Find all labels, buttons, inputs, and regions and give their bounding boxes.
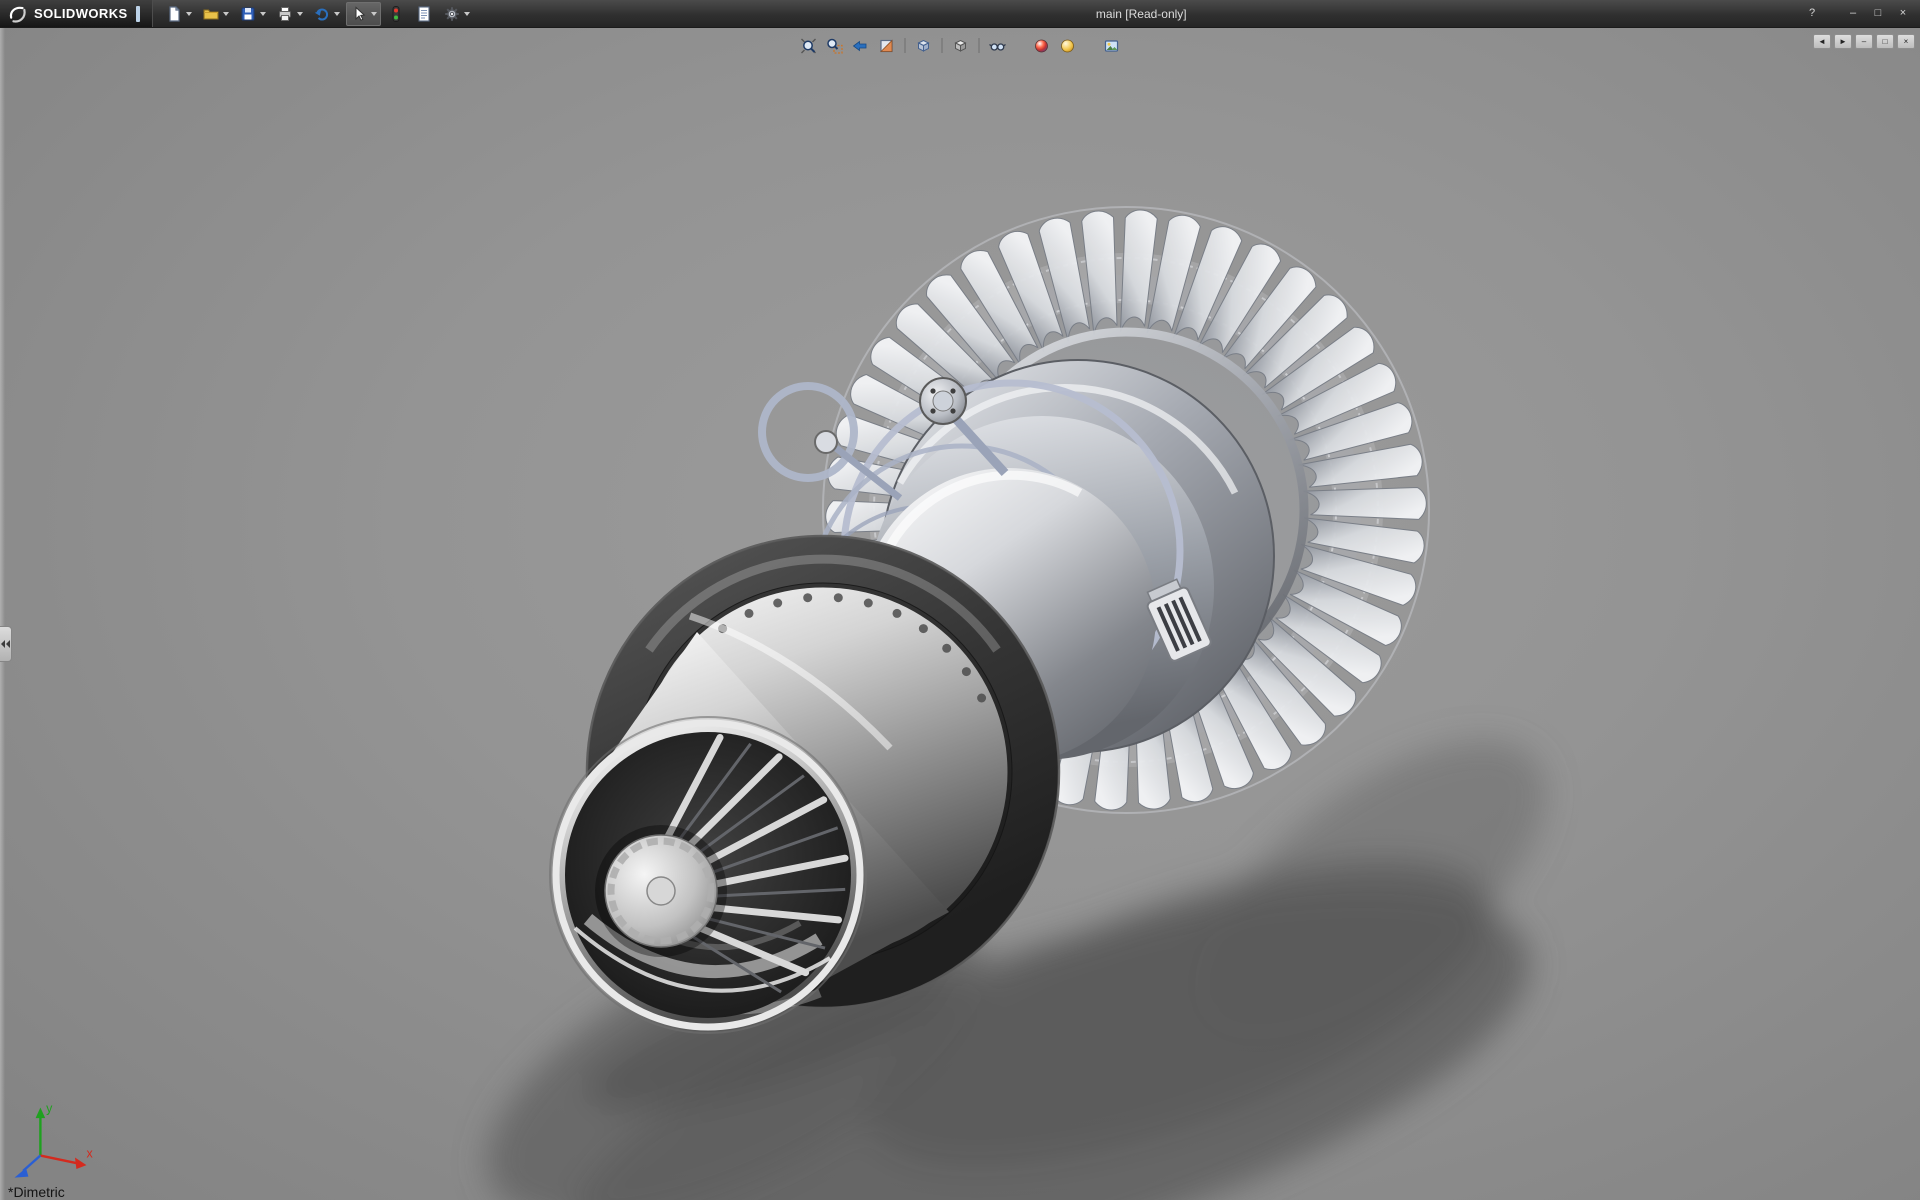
dropdown-caret-icon bbox=[464, 12, 470, 16]
maximize-button[interactable]: □ bbox=[1867, 5, 1889, 22]
solidworks-logo: SOLIDWORKS bbox=[0, 0, 153, 27]
y-axis-arrow bbox=[36, 1108, 46, 1119]
select-cursor-icon bbox=[350, 5, 368, 23]
apply-scene-icon bbox=[1059, 37, 1077, 55]
rebuild-button[interactable] bbox=[383, 2, 409, 26]
file-properties-icon bbox=[415, 5, 433, 23]
new-document-icon bbox=[165, 5, 183, 23]
view-settings-button[interactable] bbox=[1101, 35, 1123, 56]
3d-scene[interactable] bbox=[0, 28, 1920, 1200]
apply-scene-button[interactable] bbox=[1057, 35, 1079, 56]
previous-view-button[interactable] bbox=[850, 35, 872, 56]
file-properties-button[interactable] bbox=[411, 2, 437, 26]
orientation-triad: y x bbox=[2, 1096, 98, 1192]
undo-icon bbox=[313, 5, 331, 23]
graphics-viewport[interactable]: ◄ ► – □ × y x *Dimetric bbox=[0, 28, 1920, 1200]
title-area: main [Read-only] bbox=[482, 7, 1801, 21]
doc-restore-button[interactable]: □ bbox=[1876, 34, 1894, 49]
zoom-to-area-button[interactable] bbox=[824, 35, 846, 56]
display-style-button[interactable] bbox=[950, 35, 972, 56]
featuremanager-expand-tab[interactable] bbox=[0, 626, 12, 662]
y-axis-label: y bbox=[46, 1101, 53, 1115]
help-button[interactable]: ? bbox=[1801, 5, 1823, 22]
hide-show-items-button[interactable] bbox=[987, 35, 1009, 56]
open-button[interactable] bbox=[198, 2, 233, 26]
dropdown-caret-icon bbox=[260, 12, 266, 16]
rebuild-icon bbox=[387, 5, 405, 23]
doc-close-button[interactable]: × bbox=[1897, 34, 1915, 49]
view-orientation-label: *Dimetric bbox=[8, 1185, 65, 1200]
next-pane-button[interactable]: ► bbox=[1834, 34, 1852, 49]
close-button[interactable]: × bbox=[1892, 5, 1914, 22]
view-settings-icon bbox=[1103, 37, 1121, 55]
shaft-hub[interactable] bbox=[595, 825, 727, 957]
print-button[interactable] bbox=[272, 2, 307, 26]
hide-show-items-icon bbox=[989, 37, 1007, 55]
edit-appearance-icon bbox=[1033, 37, 1051, 55]
undo-button[interactable] bbox=[309, 2, 344, 26]
z-axis-arrow bbox=[14, 1168, 28, 1178]
zoom-to-fit-button[interactable] bbox=[798, 35, 820, 56]
previous-view-icon bbox=[852, 37, 870, 55]
expand-arrow-icon bbox=[1, 640, 5, 648]
dropdown-caret-icon bbox=[334, 12, 340, 16]
dropdown-caret-icon bbox=[297, 12, 303, 16]
section-view-button[interactable] bbox=[876, 35, 898, 56]
options-button[interactable] bbox=[439, 2, 474, 26]
open-folder-icon bbox=[202, 5, 220, 23]
previous-pane-button[interactable]: ◄ bbox=[1813, 34, 1831, 49]
window-controls: ? – □ × bbox=[1801, 5, 1920, 22]
dropdown-caret-icon bbox=[371, 12, 377, 16]
menu-flyout-handle[interactable] bbox=[136, 6, 140, 22]
save-icon bbox=[239, 5, 257, 23]
x-axis-label: x bbox=[86, 1146, 93, 1160]
minimize-button[interactable]: – bbox=[1842, 5, 1864, 22]
zoom-to-fit-icon bbox=[800, 37, 818, 55]
dropdown-caret-icon bbox=[186, 12, 192, 16]
title-bar: SOLIDWORKS bbox=[0, 0, 1920, 28]
brand-name: SOLIDWORKS bbox=[34, 6, 128, 21]
print-icon bbox=[276, 5, 294, 23]
select-tool-button[interactable] bbox=[346, 2, 381, 26]
document-window-controls: ◄ ► – □ × bbox=[1813, 34, 1915, 49]
headsup-view-toolbar bbox=[798, 35, 1123, 56]
toolbar-separator bbox=[905, 38, 906, 53]
solidworks-window: SOLIDWORKS bbox=[0, 0, 1920, 1200]
view-orientation-icon bbox=[915, 37, 933, 55]
main-toolbar bbox=[153, 2, 482, 26]
new-document-button[interactable] bbox=[161, 2, 196, 26]
options-icon bbox=[443, 5, 461, 23]
doc-minimize-button[interactable]: – bbox=[1855, 34, 1873, 49]
edit-appearance-button[interactable] bbox=[1031, 35, 1053, 56]
solidworks-logo-icon bbox=[8, 4, 28, 24]
save-button[interactable] bbox=[235, 2, 270, 26]
view-orientation-button[interactable] bbox=[913, 35, 935, 56]
section-view-icon bbox=[878, 37, 896, 55]
expand-arrow-icon bbox=[6, 640, 10, 648]
document-title: main [Read-only] bbox=[1096, 7, 1187, 21]
dropdown-caret-icon bbox=[223, 12, 229, 16]
x-axis-arrow bbox=[75, 1157, 87, 1169]
display-style-icon bbox=[952, 37, 970, 55]
panel-splitter[interactable] bbox=[0, 28, 5, 1200]
toolbar-separator bbox=[979, 38, 980, 53]
zoom-to-area-icon bbox=[826, 37, 844, 55]
toolbar-separator bbox=[942, 38, 943, 53]
